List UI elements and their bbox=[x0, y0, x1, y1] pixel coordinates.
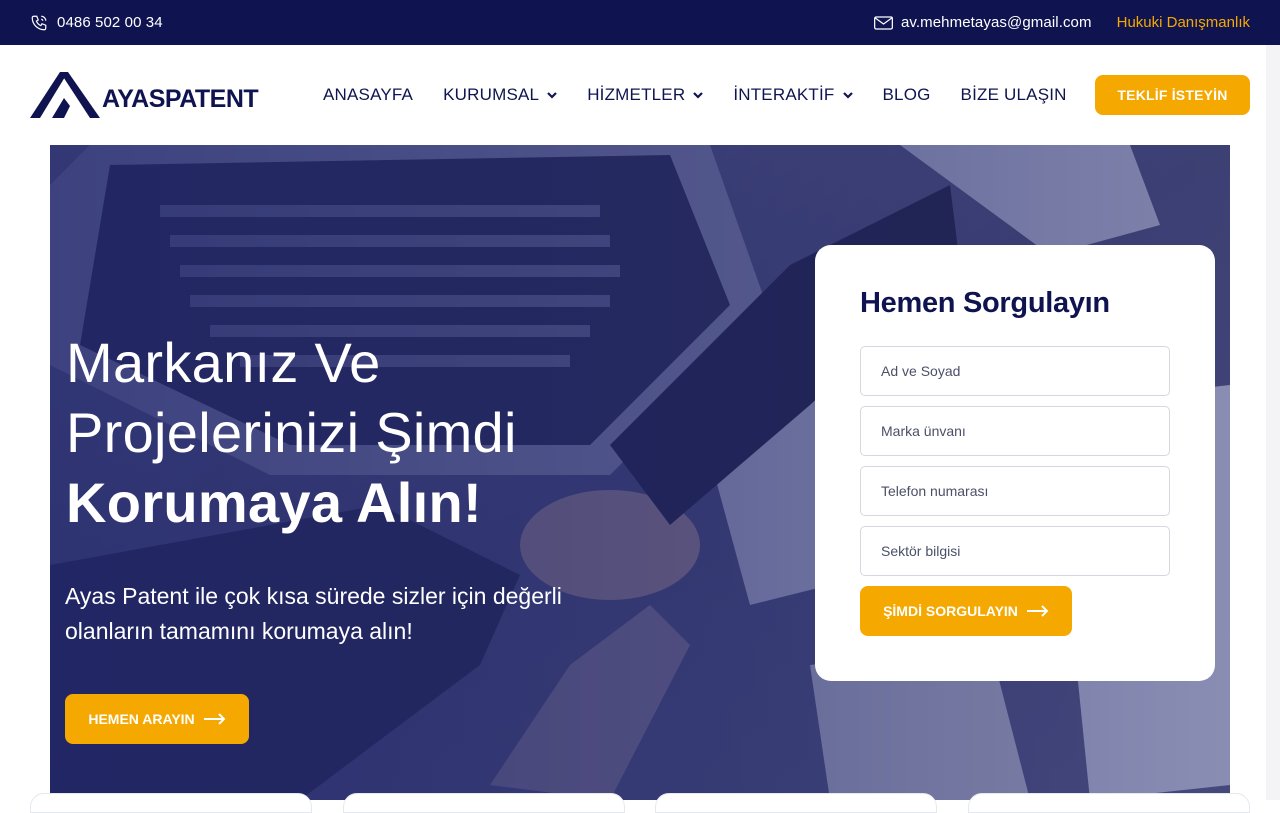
nav-label: HİZMETLER bbox=[587, 85, 686, 104]
logo[interactable]: AYASPATENT bbox=[30, 70, 290, 120]
arrow-right-icon bbox=[203, 713, 226, 725]
call-now-label: HEMEN ARAYIN bbox=[88, 711, 195, 727]
nav-item-services[interactable]: HİZMETLER bbox=[587, 85, 704, 105]
name-input[interactable] bbox=[860, 346, 1170, 396]
logo-text: AYASPATENT bbox=[102, 84, 259, 113]
nav-label: ANASAYFA bbox=[323, 85, 414, 104]
nav-item-corporate[interactable]: KURUMSAL bbox=[443, 85, 557, 105]
feature-card bbox=[655, 793, 937, 813]
query-form-card: Hemen Sorgulayın ŞİMDİ SORGULAYIN bbox=[815, 245, 1215, 681]
hero-title-line3: Korumaya Alın! bbox=[66, 471, 482, 534]
query-submit-button[interactable]: ŞİMDİ SORGULAYIN bbox=[860, 586, 1072, 636]
mail-icon bbox=[874, 15, 893, 30]
form-title: Hemen Sorgulayın bbox=[860, 287, 1110, 319]
phone-input[interactable] bbox=[860, 466, 1170, 516]
phone-number: 0486 502 00 34 bbox=[57, 14, 163, 31]
feature-card bbox=[343, 793, 625, 813]
contact-phone[interactable]: 0486 502 00 34 bbox=[30, 14, 163, 32]
nav-item-home[interactable]: ANASAYFA bbox=[323, 85, 413, 105]
chevron-down-icon bbox=[693, 91, 704, 99]
email-link[interactable]: av.mehmetayas@gmail.com bbox=[901, 14, 1092, 31]
feature-card bbox=[30, 793, 312, 813]
top-bar: 0486 502 00 34 av.mehmetayas@gmail.com H… bbox=[0, 0, 1280, 45]
page-scrollbar[interactable] bbox=[1266, 45, 1280, 800]
query-submit-label: ŞİMDİ SORGULAYIN bbox=[883, 603, 1018, 619]
legal-consulting-link[interactable]: Hukuki Danışmanlık bbox=[1117, 14, 1250, 31]
hero-title-line1: Markanız Ve bbox=[66, 331, 381, 394]
nav-item-interactive[interactable]: İNTERAKTİF bbox=[733, 85, 853, 105]
main-nav: ANASAYFA KURUMSAL HİZMETLER İNTERAKTİF B… bbox=[323, 85, 1097, 105]
request-quote-button[interactable]: TEKLİF İSTEYİN bbox=[1095, 75, 1250, 115]
brand-title-input[interactable] bbox=[860, 406, 1170, 456]
chevron-down-icon bbox=[842, 91, 853, 99]
nav-item-contact[interactable]: BİZE ULAŞIN bbox=[961, 85, 1067, 105]
nav-label: KURUMSAL bbox=[443, 85, 540, 104]
nav-label: BİZE ULAŞIN bbox=[960, 85, 1067, 104]
hero-subtitle: Ayas Patent ile çok kısa sürede sizler i… bbox=[65, 583, 562, 644]
logo-mark-icon bbox=[30, 72, 100, 118]
call-now-button[interactable]: HEMEN ARAYIN bbox=[65, 694, 249, 744]
nav-item-blog[interactable]: BLOG bbox=[883, 85, 931, 105]
feature-card bbox=[968, 793, 1250, 813]
phone-icon bbox=[31, 15, 47, 30]
chevron-down-icon bbox=[547, 91, 557, 99]
hero-section: Markanız Ve Projelerinizi Şimdi Korumaya… bbox=[50, 145, 1230, 800]
sector-input[interactable] bbox=[860, 526, 1170, 576]
arrow-right-icon bbox=[1026, 605, 1049, 617]
nav-label: İNTERAKTİF bbox=[733, 85, 835, 104]
main-header: AYASPATENT ANASAYFA KURUMSAL HİZMETLER İ… bbox=[0, 45, 1280, 145]
hero-title-line2: Projelerinizi Şimdi bbox=[66, 401, 517, 464]
nav-label: BLOG bbox=[882, 85, 931, 104]
